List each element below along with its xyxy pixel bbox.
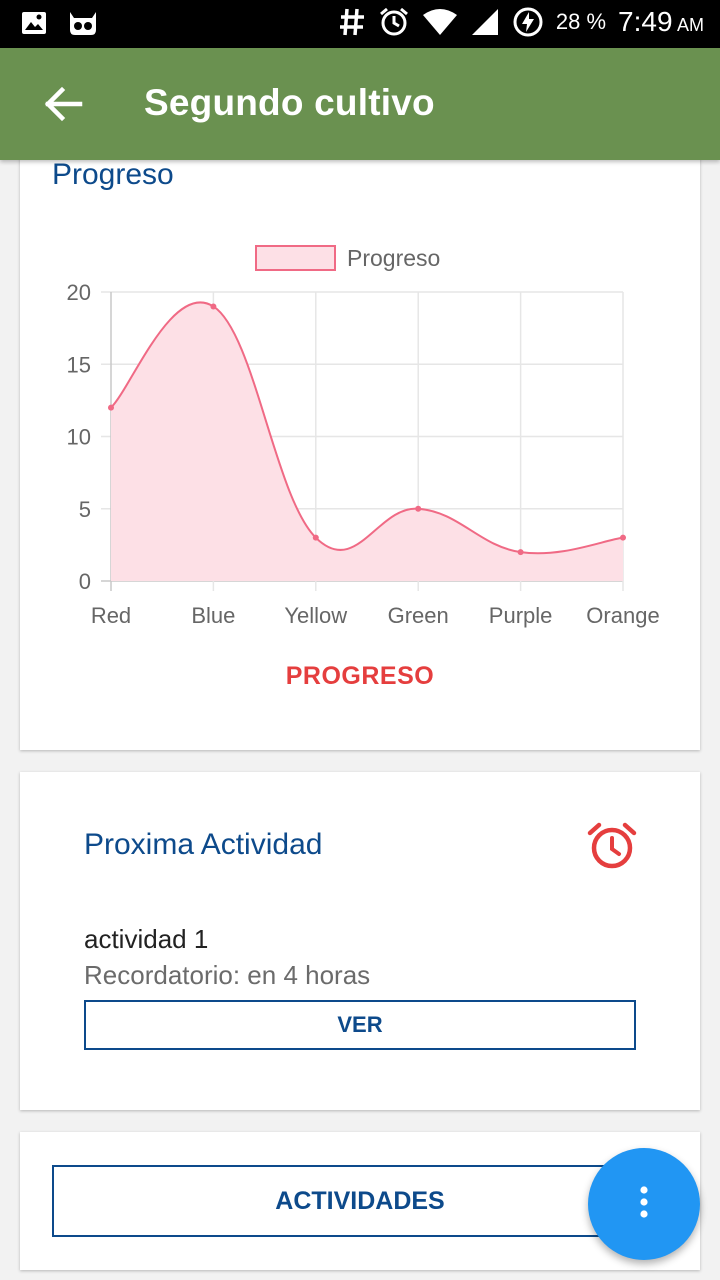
y-tick-label: 5 (79, 497, 91, 522)
arrow-left-icon (40, 86, 88, 130)
status-bar: 28 % 7:49 AM (0, 0, 720, 48)
cyanogen-icon (66, 8, 100, 38)
series-area-fill (111, 302, 623, 581)
x-tick-label: Purple (489, 603, 553, 628)
view-activity-button[interactable]: VER (84, 1000, 636, 1050)
y-tick-label: 0 (79, 569, 91, 594)
data-point-green (415, 505, 422, 512)
image-icon (20, 9, 48, 37)
data-point-blue (210, 303, 217, 310)
x-tick-label: Orange (586, 603, 659, 628)
battery-charging-icon (512, 6, 544, 38)
progress-card: Progreso 0 5 10 15 20 Red Blue Yellow Green Purpl… (20, 130, 700, 750)
hash-icon (338, 6, 366, 38)
battery-percent: 28 % (555, 9, 607, 34)
activity-reminder: Recordatorio: en 4 horas (84, 960, 371, 990)
y-tick-label: 10 (67, 425, 91, 450)
signal-icon (470, 7, 500, 37)
alarm-icon (378, 6, 410, 38)
legend-swatch (255, 245, 336, 271)
data-point-yellow (312, 534, 319, 541)
page-title: Segundo cultivo (144, 82, 435, 123)
data-point-red (108, 404, 114, 411)
clock-time: 7:49 (618, 6, 673, 37)
legend-label: Progreso (347, 245, 440, 271)
next-activity-title: Proxima Actividad (84, 828, 323, 861)
y-tick-label: 20 (67, 280, 91, 305)
x-tick-label: Red (91, 603, 131, 628)
app-bar: Segundo cultivo (0, 48, 720, 160)
back-button[interactable] (40, 82, 88, 126)
clock: 7:49 AM (618, 6, 704, 38)
alarm-clock-icon[interactable] (586, 820, 638, 872)
more-options-fab[interactable] (588, 1148, 700, 1260)
next-activity-card: Proxima Actividad actividad 1 Recordator… (20, 772, 700, 1110)
x-tick-label: Blue (191, 603, 235, 628)
x-tick-label: Yellow (284, 603, 347, 628)
activity-name: actividad 1 (84, 924, 209, 954)
more-vertical-icon (638, 1185, 650, 1224)
progress-link[interactable]: PROGRESO (20, 662, 700, 691)
activities-button[interactable]: ACTIVIDADES (52, 1165, 668, 1237)
clock-ampm: AM (677, 15, 704, 35)
data-point-purple (517, 549, 524, 556)
x-tick-label: Green (388, 603, 449, 628)
data-point-orange (620, 534, 626, 541)
y-tick-label: 15 (67, 352, 91, 377)
wifi-icon (422, 7, 458, 37)
progress-chart: 0 5 10 15 20 Red Blue Yellow Green Purple Orange P… (67, 245, 660, 628)
